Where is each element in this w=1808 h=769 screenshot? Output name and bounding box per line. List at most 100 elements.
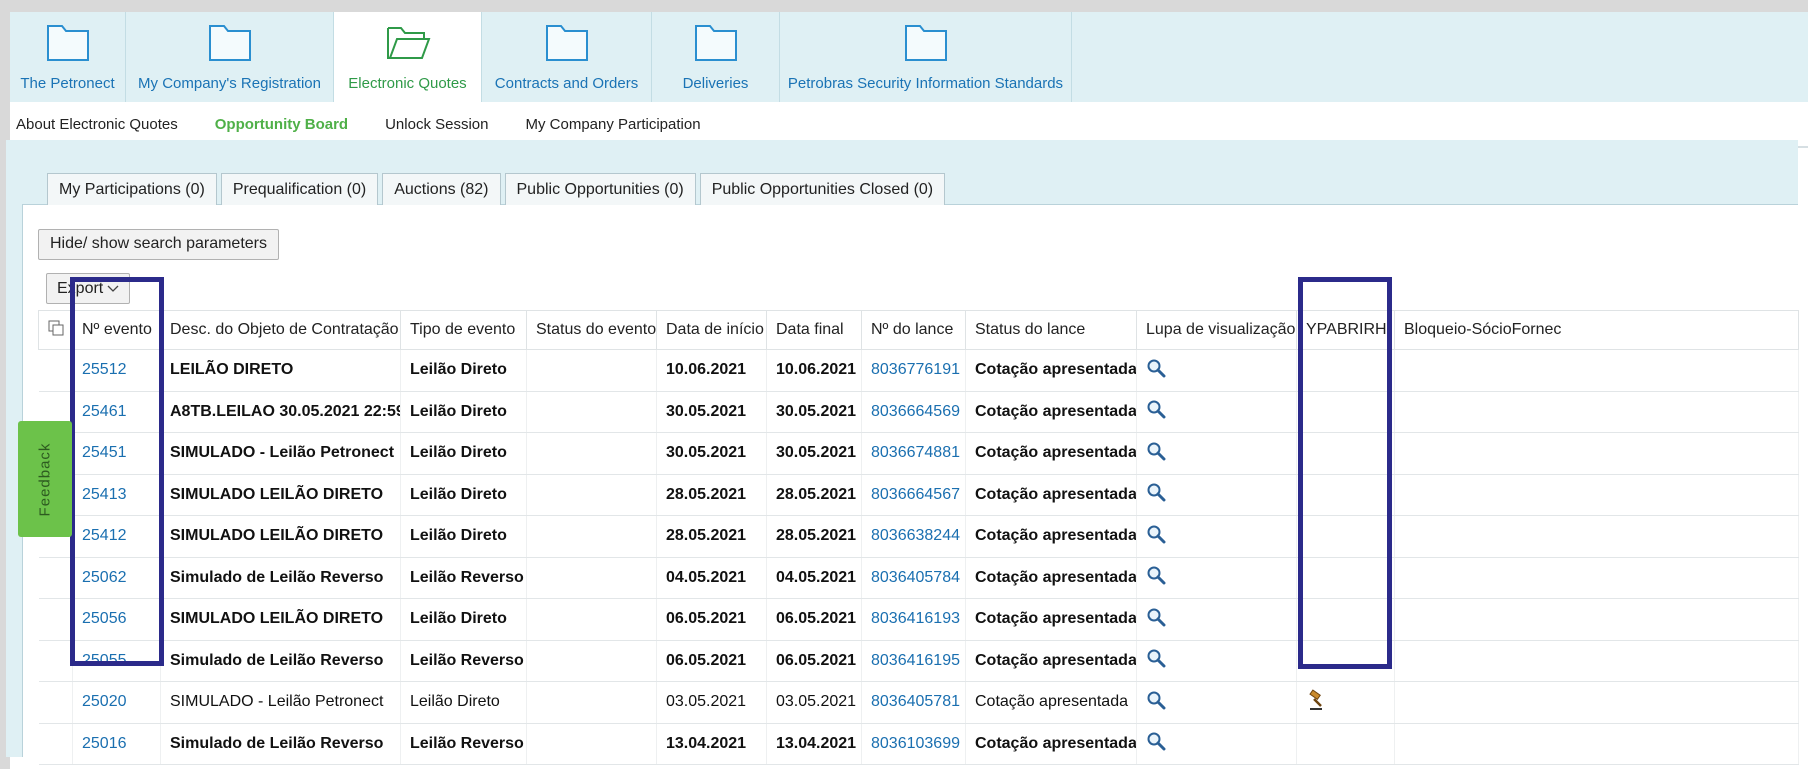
cell-tipo: Leilão Reverso [400,723,527,765]
table-row[interactable]: 25451 SIMULADO - Leilão Petronect Leilão D… [38,432,1799,475]
opportunity-tabs: My Participations (0) Prequalification (… [47,173,946,205]
event-number-link[interactable]: 25461 [72,391,161,433]
column-header[interactable]: Desc. do Objeto de Contratação [160,310,401,350]
top-nav-contracts-orders[interactable]: Contracts and Orders [482,12,652,102]
column-header[interactable]: Data de início [656,310,767,350]
tab-public-opportunities-closed[interactable]: Public Opportunities Closed (0) [699,173,946,205]
top-nav-deliveries[interactable]: Deliveries [652,12,780,102]
view-cell[interactable] [1136,723,1297,765]
folder-icon [46,22,90,66]
event-number-link[interactable]: 25055 [72,640,161,682]
table-row[interactable]: 25412 SIMULADO LEILÃO DIRETO Leilão Direto… [38,515,1799,558]
bid-number-link[interactable]: 8036416195 [861,640,966,682]
column-header[interactable]: Nº do lance [861,310,966,350]
view-cell[interactable] [1136,515,1297,558]
sub-nav-company-participation[interactable]: My Company Participation [525,116,700,133]
bid-number-link[interactable]: 8036416193 [861,598,966,641]
row-selector[interactable] [38,640,73,682]
bid-number-link[interactable]: 8036638244 [861,515,966,558]
magnifier-icon[interactable] [1146,525,1166,548]
view-cell[interactable] [1136,640,1297,682]
column-header[interactable]: Data final [766,310,862,350]
top-nav-security-standards[interactable]: Petrobras Security Information Standards [780,12,1072,102]
table-row[interactable]: 25056 SIMULADO LEILÃO DIRETO Leilão Direto… [38,598,1799,641]
row-selector[interactable] [38,349,73,392]
gavel-icon[interactable] [1306,689,1328,715]
cell-status-evento [526,681,657,724]
tab-my-participations[interactable]: My Participations (0) [47,173,217,205]
event-number-link[interactable]: 25056 [72,598,161,641]
tab-auctions[interactable]: Auctions (82) [382,173,501,205]
view-cell[interactable] [1136,598,1297,641]
magnifier-icon[interactable] [1146,359,1166,382]
bid-number-link[interactable]: 8036664569 [861,391,966,433]
cell-status-lance: Cotação apresentada [965,640,1137,682]
bid-number-link[interactable]: 8036776191 [861,349,966,392]
row-selector[interactable] [38,598,73,641]
tab-public-opportunities[interactable]: Public Opportunities (0) [504,173,696,205]
column-header[interactable]: Status do lance [965,310,1137,350]
tab-prequalification[interactable]: Prequalification (0) [220,173,379,205]
bid-number-link[interactable]: 8036103699 [861,723,966,765]
magnifier-icon[interactable] [1146,649,1166,672]
magnifier-icon[interactable] [1146,566,1166,589]
view-cell[interactable] [1136,681,1297,724]
ypabrirh-cell[interactable] [1296,681,1395,724]
sub-nav-about[interactable]: About Electronic Quotes [16,116,178,133]
top-nav-electronic-quotes[interactable]: Electronic Quotes [334,12,482,102]
magnifier-icon[interactable] [1146,732,1166,755]
magnifier-icon[interactable] [1146,691,1166,714]
column-header[interactable]: YPABRIRH [1296,310,1395,350]
cell-final: 10.06.2021 [766,349,862,392]
cell-final: 04.05.2021 [766,557,862,599]
table-row[interactable]: 25461 A8TB.LEILAO 30.05.2021 22:59 Leilão … [38,391,1799,433]
cell-final: 03.05.2021 [766,681,862,724]
view-cell[interactable] [1136,474,1297,516]
bid-number-link[interactable]: 8036405781 [861,681,966,724]
export-button[interactable]: Export [46,273,131,304]
event-number-link[interactable]: 25016 [72,723,161,765]
column-header[interactable]: Lupa de visualização [1136,310,1297,350]
magnifier-icon[interactable] [1146,442,1166,465]
view-cell[interactable] [1136,557,1297,599]
top-nav-company-registration[interactable]: My Company's Registration [126,12,334,102]
event-number-link[interactable]: 25062 [72,557,161,599]
top-nav-petronect[interactable]: The Petronect [10,12,126,102]
sub-nav-unlock-session[interactable]: Unlock Session [385,116,488,133]
event-number-link[interactable]: 25020 [72,681,161,724]
bid-number-link[interactable]: 8036674881 [861,432,966,475]
feedback-button[interactable]: Feedback [18,421,72,537]
column-header[interactable]: Status do evento [526,310,657,350]
table-row[interactable]: 25055 Simulado de Leilão Reverso Leilão Re… [38,640,1799,682]
column-header[interactable]: Tipo de evento [400,310,527,350]
sub-nav-opportunity-board[interactable]: Opportunity Board [215,116,348,133]
bloqueio-cell [1394,349,1799,392]
select-all-cell[interactable] [38,310,73,350]
top-nav-label: Petrobras Security Information Standards [787,75,1064,92]
row-selector[interactable] [38,557,73,599]
select-all-icon[interactable] [48,320,64,340]
event-number-link[interactable]: 25413 [72,474,161,516]
bid-number-link[interactable]: 8036405784 [861,557,966,599]
magnifier-icon[interactable] [1146,608,1166,631]
hide-show-search-button[interactable]: Hide/ show search parameters [38,229,279,260]
table-row[interactable]: 25062 Simulado de Leilão Reverso Leilão Re… [38,557,1799,599]
magnifier-icon[interactable] [1146,483,1166,506]
table-row[interactable]: 25512 LEILÃO DIRETO Leilão Direto 10.06.202… [38,349,1799,392]
view-cell[interactable] [1136,349,1297,392]
event-number-link[interactable]: 25451 [72,432,161,475]
table-row[interactable]: 25020 SIMULADO - Leilão Petronect Leilão D… [38,681,1799,724]
view-cell[interactable] [1136,391,1297,433]
view-cell[interactable] [1136,432,1297,475]
row-selector[interactable] [38,681,73,724]
column-header[interactable]: Nº evento [72,310,161,350]
column-header[interactable]: Bloqueio-SócioFornec [1394,310,1799,350]
bid-number-link[interactable]: 8036664567 [861,474,966,516]
table-row[interactable]: 25016 Simulado de Leilão Reverso Leilão Re… [38,723,1799,765]
table-row[interactable]: 25413 SIMULADO LEILÃO DIRETO Leilão Direto… [38,474,1799,516]
row-selector[interactable] [38,723,73,765]
magnifier-icon[interactable] [1146,400,1166,423]
bloqueio-cell [1394,515,1799,558]
event-number-link[interactable]: 25512 [72,349,161,392]
event-number-link[interactable]: 25412 [72,515,161,558]
